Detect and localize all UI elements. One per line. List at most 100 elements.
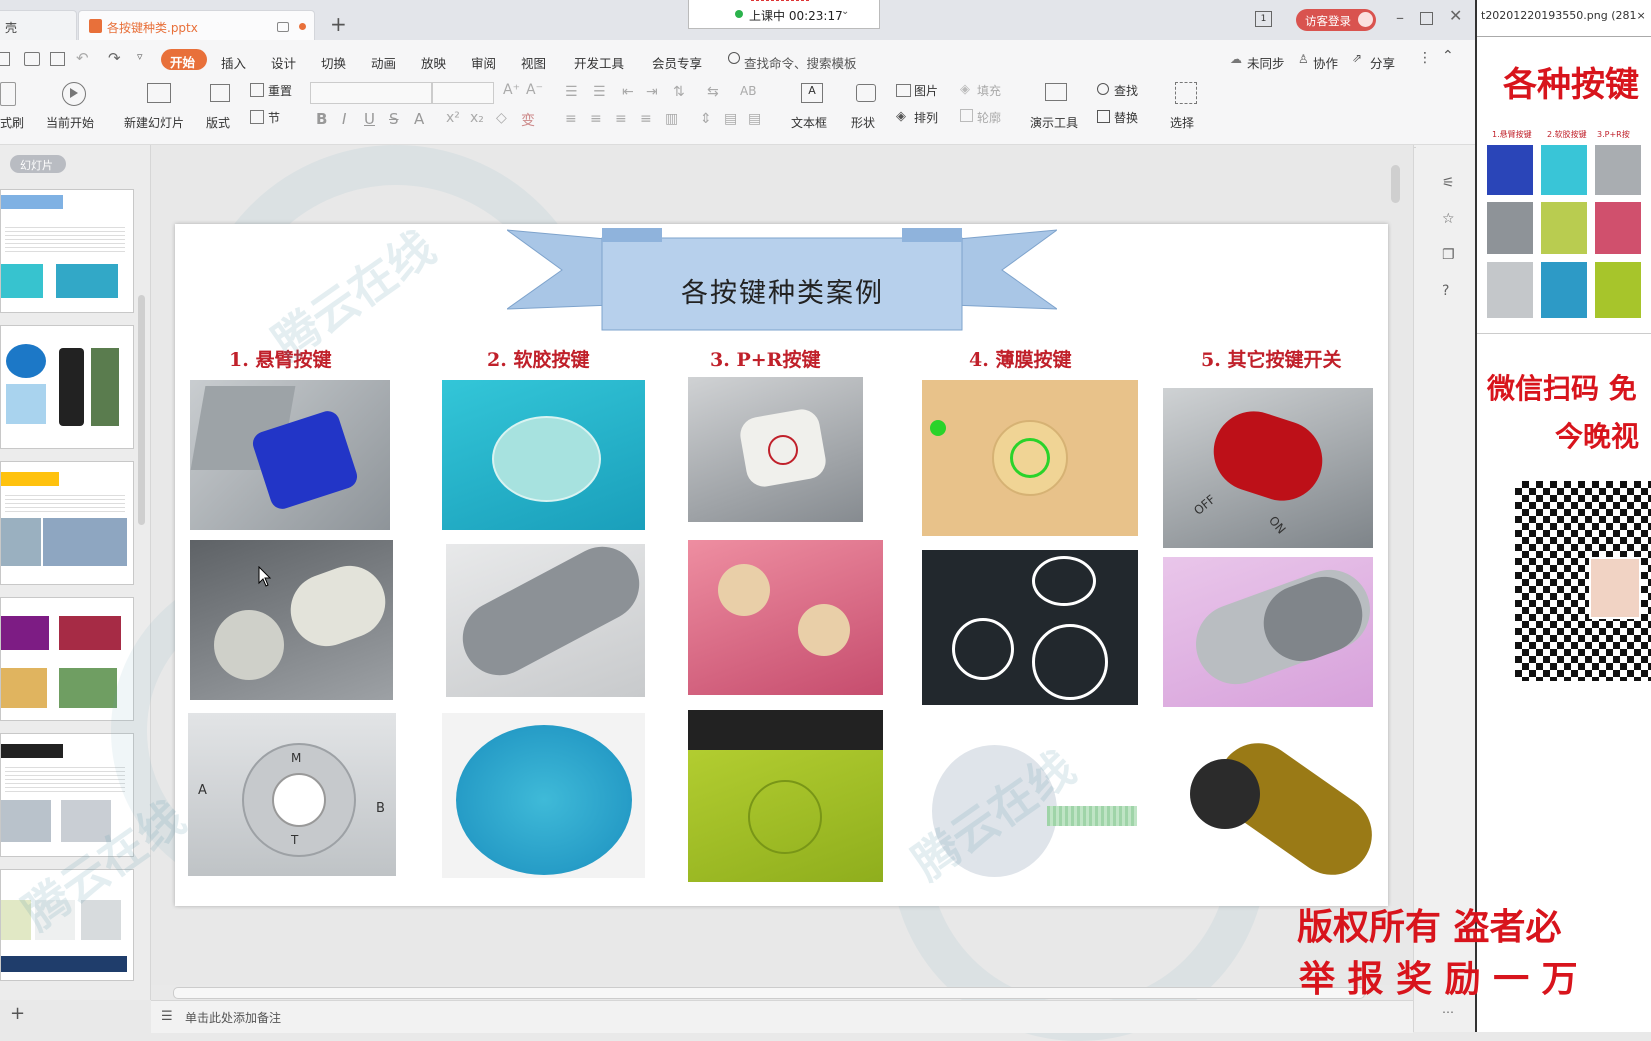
notes-input[interactable]: 单击此处添加备注 bbox=[185, 1009, 281, 1026]
settings-sliders-icon[interactable]: ⚟ bbox=[1442, 175, 1455, 191]
slide-thumbnail[interactable] bbox=[0, 189, 134, 313]
page-badge[interactable]: 1 bbox=[1255, 11, 1272, 27]
soft-rubber-image-2[interactable] bbox=[446, 544, 645, 697]
share-button[interactable]: 分享 bbox=[1370, 53, 1395, 72]
clear-format-icon[interactable]: ◇ bbox=[496, 110, 507, 126]
add-slide-icon[interactable]: + bbox=[10, 1003, 25, 1024]
undo-icon[interactable]: ↶ bbox=[76, 49, 89, 67]
caption-soft-rubber-key[interactable]: 2. 软胶按键 bbox=[487, 345, 589, 372]
font-size-select[interactable] bbox=[432, 82, 494, 104]
copy-icon[interactable]: ❐ bbox=[1442, 247, 1455, 263]
tab-slideshow[interactable]: 放映 bbox=[421, 53, 446, 72]
tab-start[interactable]: 开始 bbox=[161, 49, 207, 70]
subscript-icon[interactable]: x₂ bbox=[470, 110, 484, 126]
slide-thumbnail[interactable] bbox=[0, 461, 134, 585]
text-direction-icon[interactable]: ⇆ bbox=[707, 84, 719, 100]
collapse-ribbon-icon[interactable]: ⌃ bbox=[1442, 48, 1454, 64]
other-switch-image-1[interactable]: OFF ON bbox=[1163, 388, 1373, 548]
help-icon[interactable]: ? bbox=[1442, 283, 1449, 299]
reset-icon[interactable] bbox=[250, 83, 264, 97]
caption-membrane-key[interactable]: 4. 薄膜按键 bbox=[969, 345, 1071, 372]
paragraph-icon[interactable]: ▤ bbox=[748, 111, 761, 127]
pr-key-image-1[interactable] bbox=[688, 377, 863, 522]
italic-icon[interactable]: I bbox=[342, 110, 346, 128]
cantilever-key-image-1[interactable] bbox=[190, 380, 390, 530]
slide-title[interactable]: 各按键种类案例 bbox=[681, 271, 884, 310]
pr-key-image-2[interactable] bbox=[688, 540, 883, 695]
indent-increase-icon[interactable]: ⇥ bbox=[646, 84, 658, 100]
tab-design[interactable]: 设计 bbox=[271, 53, 296, 72]
more-dots-icon[interactable]: ⋯ bbox=[1442, 1005, 1454, 1019]
picture-icon[interactable] bbox=[896, 84, 911, 97]
canvas-horizontal-scrollbar[interactable] bbox=[173, 987, 1365, 999]
tab-transition[interactable]: 切换 bbox=[321, 53, 346, 72]
slides-label-pill[interactable]: 幻灯片 bbox=[10, 155, 66, 173]
tab-view[interactable]: 视图 bbox=[521, 53, 546, 72]
font-color-icon[interactable]: A bbox=[414, 110, 424, 128]
soft-rubber-image-1[interactable] bbox=[442, 380, 645, 530]
tab-developer[interactable]: 开发工具 bbox=[574, 53, 624, 72]
save-icon[interactable] bbox=[0, 52, 10, 66]
arrange-button[interactable]: 排列 bbox=[914, 109, 938, 126]
bold-icon[interactable]: B bbox=[316, 110, 327, 128]
outline-button[interactable]: 轮廓 bbox=[977, 109, 1001, 126]
collab-button[interactable]: 协作 bbox=[1313, 53, 1338, 72]
underline-icon[interactable]: U bbox=[364, 110, 375, 128]
tab-member[interactable]: 会员专享 bbox=[652, 53, 702, 72]
customize-arrow-icon[interactable]: ▿ bbox=[137, 50, 143, 63]
textbox-button[interactable]: 文本框 bbox=[791, 114, 827, 131]
caption-pr-key[interactable]: 3. P+R按键 bbox=[710, 345, 820, 372]
tab-document[interactable]: 各按键种类.pptx bbox=[78, 10, 315, 41]
select-icon[interactable] bbox=[1175, 82, 1197, 104]
shape-button[interactable]: 形状 bbox=[851, 114, 875, 131]
star-icon[interactable]: ☆ bbox=[1442, 211, 1455, 227]
layout-icon[interactable] bbox=[210, 84, 230, 102]
present-tool-button[interactable]: 演示工具 bbox=[1030, 114, 1078, 131]
sync-status[interactable]: 未同步 bbox=[1247, 53, 1285, 72]
present-tool-icon[interactable] bbox=[1045, 83, 1067, 101]
membrane-key-image-1[interactable] bbox=[922, 380, 1138, 536]
from-start-button[interactable]: 当前开始 bbox=[46, 114, 94, 131]
login-button[interactable]: 访客登录 bbox=[1296, 9, 1376, 31]
sort-icon[interactable]: ⇅ bbox=[673, 84, 685, 100]
print-icon[interactable] bbox=[24, 52, 40, 66]
line-spacing-icon[interactable]: ⇕ bbox=[700, 111, 712, 127]
section-button[interactable]: 节 bbox=[268, 109, 280, 126]
distribute-icon[interactable]: ▥ bbox=[665, 111, 678, 127]
arrange-icon[interactable]: ◈ bbox=[896, 109, 906, 124]
other-switch-image-2[interactable] bbox=[1163, 557, 1373, 707]
bullet-list-icon[interactable]: ☰ bbox=[565, 84, 578, 100]
find-button[interactable]: 查找 bbox=[1114, 82, 1138, 99]
fill-icon[interactable]: ◈ bbox=[960, 82, 970, 97]
find-icon[interactable] bbox=[1097, 83, 1109, 95]
new-slide-button[interactable]: 新建幻灯片 bbox=[124, 114, 184, 131]
slide-thumbnail[interactable] bbox=[0, 325, 134, 449]
layout-button[interactable]: 版式 bbox=[206, 114, 230, 131]
format-painter-icon[interactable] bbox=[0, 82, 16, 106]
font-name-select[interactable] bbox=[310, 82, 432, 104]
canvas-vertical-scrollbar[interactable] bbox=[1391, 165, 1400, 203]
char-shade-icon[interactable]: 变 bbox=[521, 110, 535, 130]
number-list-icon[interactable]: ☰ bbox=[593, 84, 606, 100]
reset-button[interactable]: 重置 bbox=[268, 82, 292, 99]
align-center-icon[interactable]: ≡ bbox=[590, 111, 602, 127]
replace-icon[interactable] bbox=[1097, 110, 1110, 123]
search-icon[interactable] bbox=[728, 52, 740, 64]
picture-button[interactable]: 图片 bbox=[914, 82, 938, 99]
shape-icon[interactable] bbox=[856, 84, 876, 102]
command-search[interactable]: 查找命令、搜索模板 bbox=[744, 53, 857, 72]
new-tab-icon[interactable]: + bbox=[330, 12, 347, 36]
new-slide-icon[interactable] bbox=[147, 83, 171, 103]
maximize-icon[interactable] bbox=[1420, 12, 1433, 25]
outline-icon[interactable] bbox=[960, 109, 973, 122]
pr-key-image-3[interactable] bbox=[688, 710, 883, 882]
class-timer[interactable]: 上课中 00:23:17 ⌄ bbox=[688, 0, 880, 29]
cantilever-key-image-2[interactable] bbox=[190, 540, 393, 700]
other-switch-image-3[interactable] bbox=[1180, 719, 1380, 899]
tab-partial[interactable]: 壳 bbox=[0, 10, 77, 41]
close-icon[interactable]: ✕ bbox=[1449, 6, 1462, 25]
textbox-icon[interactable]: A bbox=[801, 83, 823, 103]
redo-icon[interactable]: ↷ bbox=[108, 49, 121, 67]
align-left-icon[interactable]: ≡ bbox=[565, 111, 577, 127]
soft-rubber-image-3[interactable] bbox=[442, 713, 645, 878]
